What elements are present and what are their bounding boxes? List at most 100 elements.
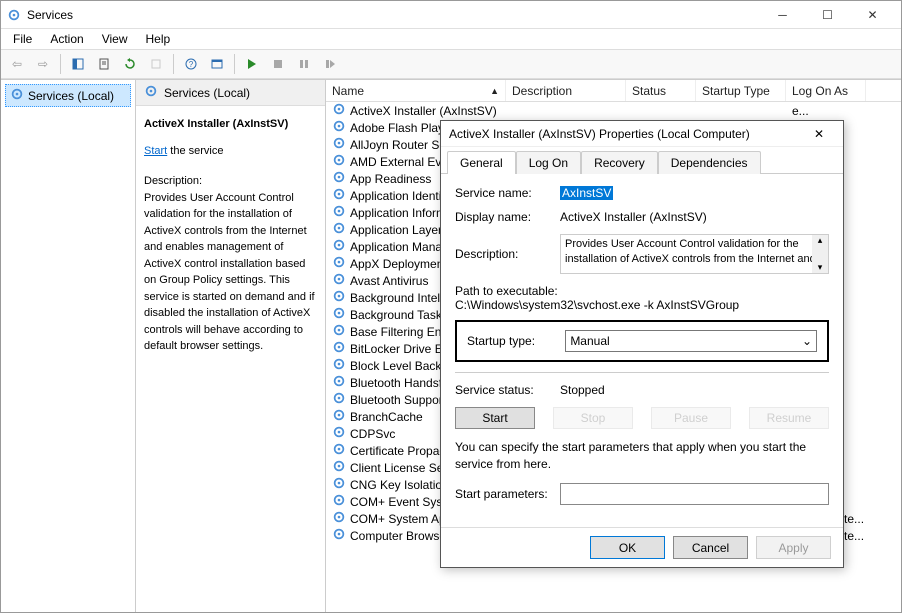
properties-button2[interactable] (205, 52, 229, 76)
start-suffix: the service (167, 145, 223, 157)
gear-icon (332, 119, 346, 136)
desc-scrollbar[interactable]: ▴ ▾ (812, 235, 828, 273)
dialog-titlebar[interactable]: ActiveX Installer (AxInstSV) Properties … (441, 121, 843, 147)
apply-button[interactable]: Apply (756, 536, 831, 559)
description-text: Provides User Account Control validation… (144, 190, 317, 355)
list-header: Name ▲ Description Status Startup Type L… (326, 80, 901, 102)
service-control-buttons: Start Stop Pause Resume (455, 407, 829, 429)
menu-view[interactable]: View (94, 30, 136, 48)
chevron-down-icon: ⌄ (802, 334, 812, 348)
path-label: Path to executable: (455, 284, 829, 298)
dialog-close-button[interactable]: ✕ (803, 122, 835, 146)
cancel-button[interactable]: Cancel (673, 536, 748, 559)
col-startup[interactable]: Startup Type (696, 80, 786, 101)
dialog-tabs: General Log On Recovery Dependencies (441, 147, 843, 174)
service-name: CDPSvc (350, 427, 395, 441)
col-name[interactable]: Name ▲ (326, 80, 506, 101)
maximize-button[interactable]: ☐ (805, 1, 850, 29)
service-status-value: Stopped (560, 383, 605, 397)
menu-help[interactable]: Help (138, 30, 179, 48)
menu-action[interactable]: Action (42, 30, 91, 48)
gear-icon (332, 510, 346, 527)
gear-icon (332, 255, 346, 272)
back-button[interactable]: ⇦ (5, 52, 29, 76)
col-description[interactable]: Description (506, 80, 626, 101)
gear-icon (332, 272, 346, 289)
dialog-body: Service name: AxInstSV Display name: Act… (441, 174, 843, 527)
show-hide-tree-button[interactable] (66, 52, 90, 76)
gear-icon (332, 289, 346, 306)
dialog-desc-text: Provides User Account Control validation… (565, 238, 816, 264)
service-name: App Readiness (350, 172, 431, 186)
pane-title: Services (Local) (164, 86, 250, 100)
gear-icon (332, 306, 346, 323)
close-button[interactable]: ✕ (850, 1, 895, 29)
gear-icon (332, 102, 346, 119)
gear-icon (332, 527, 346, 544)
help-button[interactable]: ? (179, 52, 203, 76)
gear-icon (332, 408, 346, 425)
scroll-up-icon[interactable]: ▴ (812, 235, 828, 247)
start-service-link[interactable]: Start (144, 145, 167, 157)
menu-file[interactable]: File (5, 30, 40, 48)
tab-recovery[interactable]: Recovery (581, 151, 658, 174)
properties-toolbar-button[interactable] (92, 52, 116, 76)
pause-button: Pause (651, 407, 731, 429)
gear-icon (332, 136, 346, 153)
tab-dependencies[interactable]: Dependencies (658, 151, 761, 174)
gear-icon (332, 442, 346, 459)
startup-type-select[interactable]: Manual ⌄ (565, 330, 817, 352)
col-logon[interactable]: Log On As (786, 80, 866, 101)
service-row[interactable]: ActiveX Installer (AxInstSV)e... (326, 102, 901, 119)
tab-general[interactable]: General (447, 151, 516, 174)
scroll-down-icon[interactable]: ▾ (812, 262, 828, 274)
service-name-value[interactable]: AxInstSV (560, 186, 613, 200)
detail-pane: Services (Local) ActiveX Installer (AxIn… (136, 80, 326, 612)
description-label: Description: (144, 173, 317, 190)
service-name: BranchCache (350, 410, 423, 424)
gear-icon (332, 340, 346, 357)
gear-icon (332, 425, 346, 442)
pane-header: Services (Local) (136, 80, 325, 106)
service-status-label: Service status: (455, 383, 550, 397)
refresh-button[interactable] (118, 52, 142, 76)
tree-root-label: Services (Local) (28, 89, 114, 103)
display-name-value: ActiveX Installer (AxInstSV) (560, 210, 707, 224)
pause-service-button[interactable] (292, 52, 316, 76)
startup-type-label: Startup type: (467, 334, 555, 348)
properties-dialog: ActiveX Installer (AxInstSV) Properties … (440, 120, 844, 568)
toolbar: ⇦ ⇨ ? (1, 49, 901, 79)
restart-service-button[interactable] (318, 52, 342, 76)
stop-button: Stop (553, 407, 633, 429)
service-name: Avast Antivirus (350, 274, 428, 288)
dialog-title: ActiveX Installer (AxInstSV) Properties … (449, 127, 803, 141)
gear-icon (332, 357, 346, 374)
service-name: Application Identity (350, 189, 451, 203)
stop-service-button[interactable] (266, 52, 290, 76)
forward-button[interactable]: ⇨ (31, 52, 55, 76)
gear-icon (332, 221, 346, 238)
start-params-input[interactable] (560, 483, 829, 505)
start-service-button[interactable] (240, 52, 264, 76)
ok-button[interactable]: OK (590, 536, 665, 559)
gear-icon (332, 153, 346, 170)
service-name-label: Service name: (455, 186, 550, 200)
separator (234, 54, 235, 74)
minimize-button[interactable]: ─ (760, 1, 805, 29)
divider (455, 372, 829, 373)
tab-logon[interactable]: Log On (516, 151, 581, 174)
startup-type-value: Manual (570, 334, 609, 348)
svg-text:?: ? (189, 60, 194, 69)
display-name-label: Display name: (455, 210, 550, 224)
path-value: C:\Windows\system32\svchost.exe -k AxIns… (455, 298, 829, 312)
export-button[interactable] (144, 52, 168, 76)
dialog-buttons: OK Cancel Apply (441, 527, 843, 567)
dialog-desc-box[interactable]: Provides User Account Control validation… (560, 234, 829, 274)
col-status[interactable]: Status (626, 80, 696, 101)
resume-button: Resume (749, 407, 829, 429)
window-title: Services (27, 8, 760, 22)
start-params-label: Start parameters: (455, 487, 550, 501)
selected-service-title: ActiveX Installer (AxInstSV) (144, 116, 317, 133)
tree-root-item[interactable]: Services (Local) (5, 84, 131, 107)
start-button[interactable]: Start (455, 407, 535, 429)
